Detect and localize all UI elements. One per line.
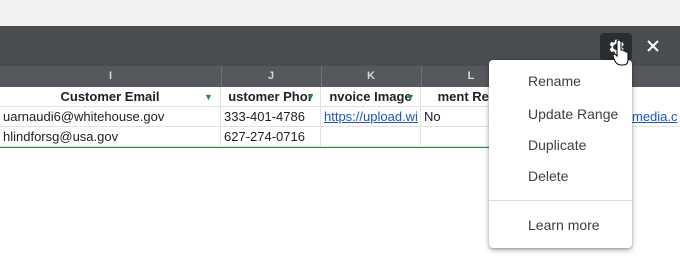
menu-item-learn-more[interactable]: Learn more <box>528 217 600 233</box>
extra-link[interactable]: media.c <box>632 109 678 124</box>
window-top-strip <box>0 0 680 26</box>
column-letter-k[interactable]: K <box>321 66 421 87</box>
table-cell-invoice[interactable]: https://upload.wi <box>321 107 421 127</box>
table-cell-invoice[interactable] <box>321 127 421 147</box>
hand-cursor-icon <box>613 40 629 66</box>
close-icon <box>647 40 659 52</box>
filter-icon[interactable]: ▼ <box>306 92 315 102</box>
invoice-link[interactable]: https://upload.wi <box>324 109 418 124</box>
table-cell-email[interactable]: hlindforsg@usa.gov <box>0 127 221 147</box>
menu-item-delete[interactable]: Delete <box>528 168 568 184</box>
table-cell-email[interactable]: uarnaudi6@whitehouse.gov <box>0 107 221 127</box>
header-label: Customer Email <box>60 89 160 104</box>
menu-divider <box>489 200 632 201</box>
menu-item-update-range[interactable]: Update Range <box>528 106 618 122</box>
menu-item-rename[interactable]: Rename <box>528 73 581 89</box>
filter-icon[interactable]: ▼ <box>204 92 213 102</box>
table-cell-phone[interactable]: 627-274-0716 <box>221 127 321 147</box>
table-cell-extra[interactable]: media.c <box>632 107 680 127</box>
header-label: nvoice Image <box>329 89 412 104</box>
selection-border <box>0 147 490 148</box>
close-button[interactable] <box>640 31 666 61</box>
header-label: ustomer Phor <box>228 89 313 104</box>
table-cell-phone[interactable]: 333-401-4786 <box>221 107 321 127</box>
filter-icon[interactable]: ▼ <box>406 92 415 102</box>
menu-item-duplicate[interactable]: Duplicate <box>528 137 586 153</box>
column-letter-j[interactable]: J <box>221 66 321 87</box>
column-letter-i[interactable]: I <box>0 66 221 87</box>
settings-menu: Rename Update Range Duplicate Delete Lea… <box>489 60 632 248</box>
header-cell-email[interactable]: Customer Email <box>0 87 221 107</box>
